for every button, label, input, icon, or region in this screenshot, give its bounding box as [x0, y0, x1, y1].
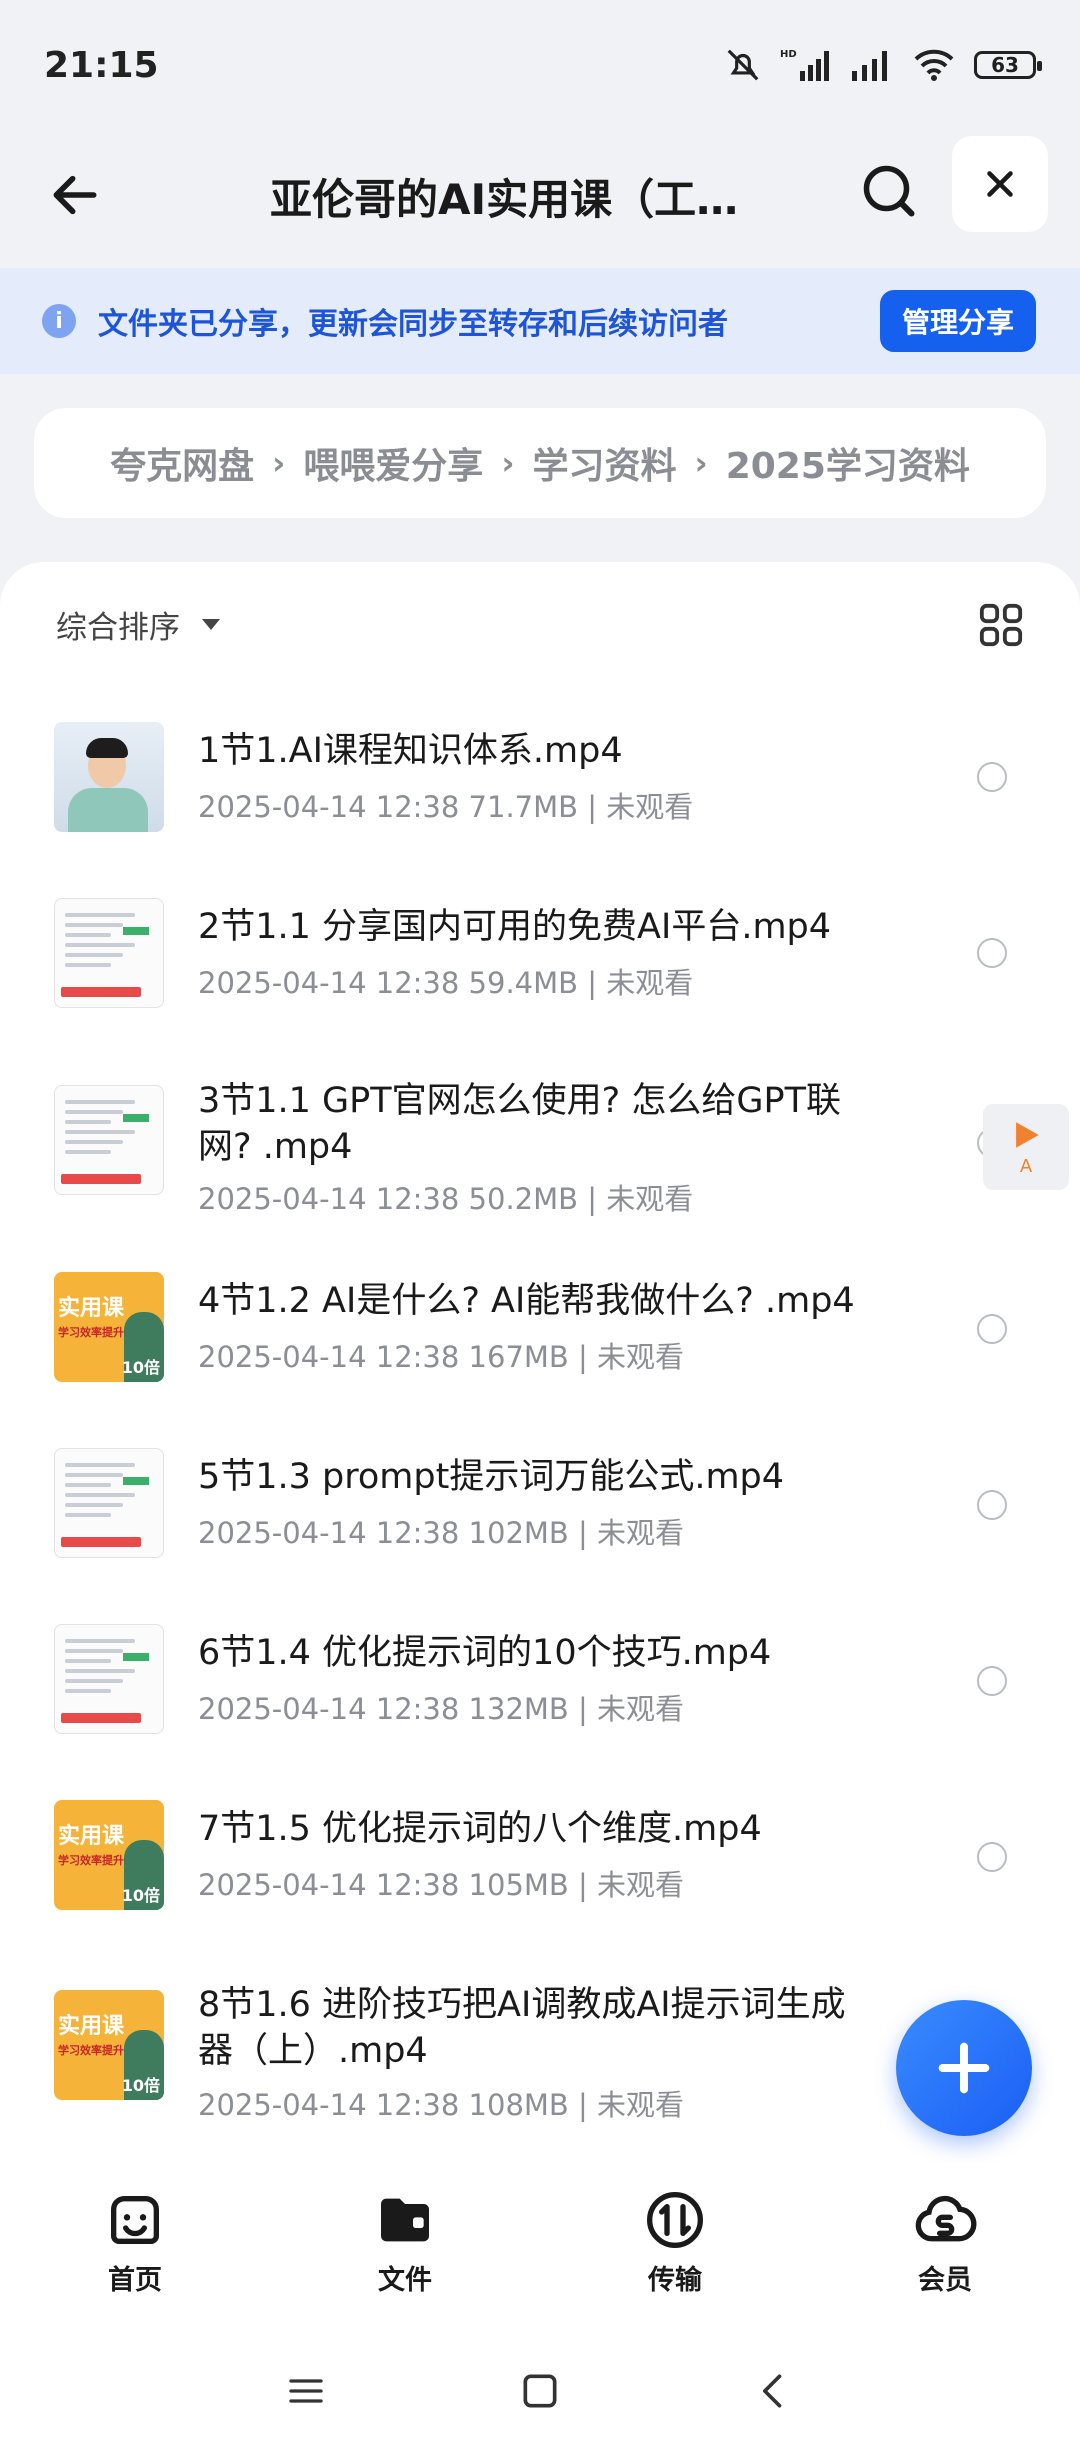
- tab-files-label: 文件: [378, 2264, 432, 2296]
- back-button[interactable]: [40, 160, 110, 230]
- caret-down-icon: [202, 619, 220, 630]
- plus-icon: [938, 2042, 990, 2094]
- arrow-left-icon: [53, 175, 97, 215]
- system-navigation-bar: [0, 2322, 1080, 2460]
- select-radio[interactable]: [977, 1842, 1007, 1872]
- file-name: 5节1.3 prompt提示词万能公式.mp4: [198, 1457, 785, 1497]
- tab-files[interactable]: 文件: [325, 2188, 485, 2297]
- breadcrumb: 夸克网盘 › 喂喂爱分享 › 学习资料 › 2025学习资料: [34, 408, 1046, 518]
- breadcrumb-item[interactable]: 喂喂爱分享: [303, 437, 483, 489]
- mute-bell-icon: [727, 49, 759, 81]
- select-radio[interactable]: [977, 762, 1007, 792]
- search-button[interactable]: [852, 154, 926, 228]
- file-meta: 2025-04-14 12:38 105MB | 未观看: [198, 1868, 685, 1902]
- file-meta: 2025-04-14 12:38 102MB | 未观看: [198, 1516, 685, 1550]
- manage-share-button[interactable]: 管理分享: [879, 290, 1036, 352]
- battery-indicator: 63: [974, 51, 1042, 79]
- signal-hd-icon: HD: [780, 49, 829, 81]
- back-chevron-icon[interactable]: [752, 2369, 796, 2413]
- signal-icon: [852, 51, 887, 81]
- file-meta: 2025-04-14 12:38 50.2MB | 未观看: [198, 1182, 694, 1216]
- close-button[interactable]: [952, 136, 1048, 232]
- video-thumbnail: [54, 1624, 164, 1734]
- video-thumbnail: [54, 1448, 164, 1558]
- video-thumbnail: [54, 898, 164, 1008]
- player-letter: A: [1019, 1155, 1033, 1177]
- breadcrumb-separator: ›: [501, 444, 515, 482]
- tab-transfer-label: 传输: [648, 2264, 702, 2296]
- tab-vip[interactable]: 会员: [865, 2188, 1025, 2297]
- file-name: 2节1.1 分享国内可用的免费AI平台.mp4: [198, 907, 832, 947]
- add-button[interactable]: [896, 2000, 1032, 2136]
- breadcrumb-item-current[interactable]: 2025学习资料: [726, 437, 970, 489]
- video-thumbnail: [54, 1085, 164, 1195]
- file-name: 1节1.AI课程知识体系.mp4: [198, 731, 623, 771]
- breadcrumb-item[interactable]: 夸克网盘: [110, 437, 254, 489]
- thumbnail-subtitle: 学习效率提升: [58, 2044, 124, 2057]
- video-thumbnail: 实用课学习效率提升 10倍: [54, 1990, 164, 2100]
- breadcrumb-separator: ›: [694, 444, 708, 482]
- file-name: 8节1.6 进阶技巧把AI调教成AI提示词生成器（上）.mp4: [198, 1985, 846, 2071]
- file-meta: 2025-04-14 12:38 59.4MB | 未观看: [198, 966, 694, 1000]
- thumbnail-title: 实用课: [58, 1824, 125, 1849]
- file-name: 6节1.4 优化提示词的10个技巧.mp4: [198, 1633, 772, 1673]
- header-bar: 亚伦哥的AI实用课（工…: [0, 130, 1080, 268]
- thumbnail-title: 实用课: [58, 1296, 125, 1321]
- transfer-icon: [647, 2191, 703, 2248]
- tab-transfer[interactable]: 传输: [595, 2188, 755, 2297]
- thumbnail-subtitle: 学习效率提升: [58, 1326, 124, 1339]
- menu-icon[interactable]: [284, 2371, 328, 2411]
- file-name: 3节1.1 GPT官网怎么使用? 怎么给GPT联网? .mp4: [198, 1081, 841, 1167]
- search-icon: [863, 165, 915, 217]
- home-square-icon[interactable]: [518, 2369, 562, 2413]
- file-name: 4节1.2 AI是什么? AI能帮我做什么? .mp4: [198, 1281, 855, 1321]
- sort-label: 综合排序: [56, 610, 180, 646]
- file-meta: 2025-04-14 12:38 108MB | 未观看: [198, 2088, 685, 2122]
- tab-home-label: 首页: [108, 2264, 162, 2296]
- status-time: 21:15: [44, 44, 159, 86]
- file-meta: 2025-04-14 12:38 71.7MB | 未观看: [198, 790, 694, 824]
- info-icon: i: [42, 304, 76, 338]
- file-meta: 2025-04-14 12:38 167MB | 未观看: [198, 1340, 685, 1374]
- thumbnail-badge: 10倍: [121, 2076, 160, 2095]
- share-notice-banner: i 文件夹已分享，更新会同步至转存和后续访问者 管理分享: [0, 268, 1080, 374]
- breadcrumb-item[interactable]: 学习资料: [533, 437, 677, 489]
- video-thumbnail: 实用课学习效率提升 10倍: [54, 1800, 164, 1910]
- bottom-tab-bar: 首页 文件 传输 会员: [0, 2162, 1080, 2322]
- smile-face-icon: [111, 2195, 159, 2244]
- video-thumbnail: [54, 722, 164, 832]
- vip-icon: [915, 2195, 977, 2241]
- floating-player-button[interactable]: A: [983, 1104, 1069, 1190]
- grid-view-icon[interactable]: [978, 602, 1024, 648]
- status-icons: HD 63: [724, 46, 1042, 84]
- sort-dropdown[interactable]: 综合排序: [56, 602, 220, 647]
- thumbnail-title: 实用课: [58, 2014, 125, 2039]
- hd-label: HD: [780, 49, 797, 60]
- file-name: 7节1.5 优化提示词的八个维度.mp4: [198, 1809, 762, 1849]
- tab-vip-label: 会员: [918, 2264, 972, 2296]
- tab-home[interactable]: 首页: [55, 2188, 215, 2297]
- page-title: 亚伦哥的AI实用课（工…: [270, 175, 739, 224]
- select-radio[interactable]: [977, 1666, 1007, 1696]
- thumbnail-subtitle: 学习效率提升: [58, 1854, 124, 1867]
- file-meta: 2025-04-14 12:38 132MB | 未观看: [198, 1692, 685, 1726]
- close-icon: [987, 171, 1013, 197]
- select-radio[interactable]: [977, 1490, 1007, 1520]
- video-thumbnail: 实用课学习效率提升 10倍: [54, 1272, 164, 1382]
- thumbnail-badge: 10倍: [121, 1886, 160, 1905]
- folder-icon: [381, 2198, 429, 2241]
- share-notice-text: 文件夹已分享，更新会同步至转存和后续访问者: [98, 307, 728, 342]
- play-icon: [1016, 1121, 1039, 1148]
- thumbnail-badge: 10倍: [121, 1358, 160, 1377]
- breadcrumb-separator: ›: [272, 444, 286, 482]
- select-radio[interactable]: [977, 1314, 1007, 1344]
- wifi-icon: [914, 49, 954, 81]
- select-radio[interactable]: [977, 938, 1007, 968]
- status-bar: 21:15 HD 63: [0, 0, 1080, 130]
